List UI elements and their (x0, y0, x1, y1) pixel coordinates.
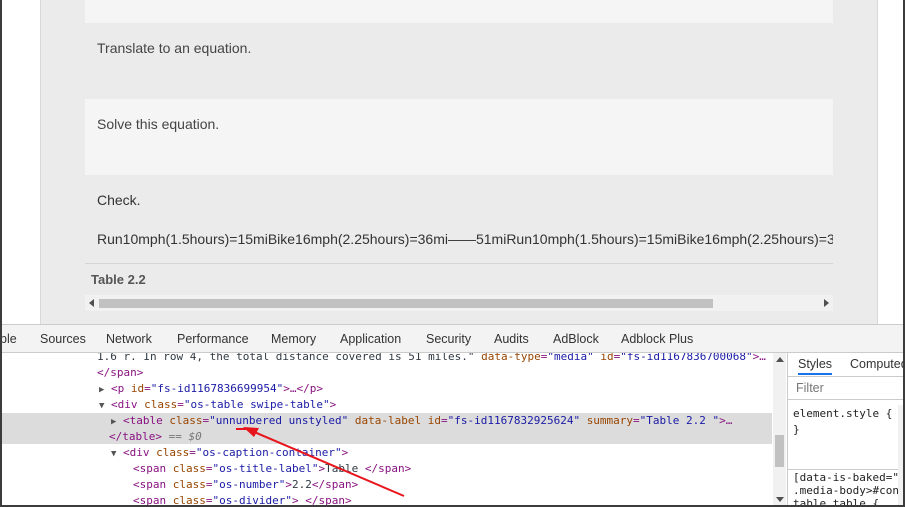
styles-tabbar: Styles Computed (788, 353, 903, 377)
scroll-up-icon[interactable] (776, 357, 784, 362)
step-box-solve: Solve this equation. (85, 99, 833, 175)
rule-selector-3: table table { (793, 497, 880, 505)
rule-divider (788, 469, 903, 470)
dom-line-div-swipe-table[interactable]: ▼ <div class="os-table swipe-table"> (99, 397, 336, 413)
tab-adblock-plus[interactable]: Adblock Plus (621, 332, 693, 346)
expand-triangle-icon[interactable]: ▶ (99, 385, 104, 395)
dom-line-divider[interactable]: <span class="os-divider"> </span> (133, 493, 352, 505)
expand-triangle-icon[interactable]: ▶ (111, 417, 116, 427)
scroll-left-icon[interactable] (89, 299, 94, 307)
scrollbar-thumb[interactable] (775, 435, 784, 467)
element-style-rule[interactable]: element.style { (793, 407, 892, 420)
step-box-top (85, 0, 833, 23)
dom-line-table-close[interactable]: </table> == $0 (109, 429, 202, 445)
styles-scrollbar[interactable] (898, 405, 903, 505)
tab-network[interactable]: Network (106, 332, 152, 346)
element-style-close: } (793, 423, 800, 436)
browser-viewport: Translate to an equation. Solve this equ… (2, 0, 903, 505)
tab-adblock[interactable]: AdBlock (553, 332, 599, 346)
elements-tree: 1.6 r. In row 4, the total distance cove… (2, 353, 772, 505)
collapse-triangle-icon[interactable]: ▼ (111, 449, 116, 459)
elements-vertical-scrollbar[interactable] (773, 353, 786, 505)
scroll-down-icon[interactable] (776, 497, 784, 502)
scroll-right-icon[interactable] (824, 299, 829, 307)
dom-line-table-selected[interactable]: ▶ <table class="unnunbered unstyled" dat… (111, 413, 732, 429)
dom-line-title-label[interactable]: <span class="os-title-label">Table </spa… (133, 461, 411, 477)
step-check: Check. (97, 192, 141, 208)
tab-sources[interactable]: Sources (40, 332, 86, 346)
dom-line-span-close[interactable]: </span> (97, 365, 143, 381)
horizontal-scrollbar[interactable] (85, 295, 833, 311)
content-column: Translate to an equation. Solve this equ… (40, 0, 878, 324)
rule-selector-1: [data-is-baked="t (793, 471, 903, 484)
table-caption: Table 2.2 (91, 272, 146, 287)
web-page: Translate to an equation. Solve this equ… (2, 0, 903, 324)
tab-memory[interactable]: Memory (271, 332, 316, 346)
devtools-tabbar: ble Sources Network Performance Memory A… (2, 325, 903, 353)
divider (85, 263, 833, 264)
tab-computed[interactable]: Computed (850, 357, 903, 371)
styles-pane: Styles Computed Filter element.style { }… (787, 353, 903, 505)
equation-line: Run10mph(1.5hours)=15miBike16mph(2.25hou… (97, 231, 833, 247)
tab-console[interactable]: ble (2, 332, 17, 346)
tab-application[interactable]: Application (340, 332, 401, 346)
rule-selector-2: .media-body>#cont (793, 484, 903, 497)
step-solve: Solve this equation. (97, 116, 220, 132)
tab-styles[interactable]: Styles (798, 357, 833, 375)
dom-line-caption-container[interactable]: ▼ <div class="os-caption-container"> (111, 445, 348, 461)
collapse-triangle-icon[interactable]: ▼ (99, 401, 104, 411)
dom-line-text[interactable]: 1.6 r. In row 4, the total distance cove… (97, 353, 766, 365)
devtools-panel: ble Sources Network Performance Memory A… (2, 324, 903, 505)
tab-security[interactable]: Security (426, 332, 471, 346)
scrollbar-thumb[interactable] (99, 299, 713, 308)
styles-filter-input[interactable]: Filter (788, 377, 903, 400)
dom-line-p[interactable]: ▶ <p id="fs-id1167836699954">…</p> (99, 381, 323, 397)
step-translate: Translate to an equation. (97, 40, 252, 56)
tab-audits[interactable]: Audits (494, 332, 529, 346)
dom-line-number[interactable]: <span class="os-number">2.2</span> (133, 477, 358, 493)
tab-performance[interactable]: Performance (177, 332, 249, 346)
